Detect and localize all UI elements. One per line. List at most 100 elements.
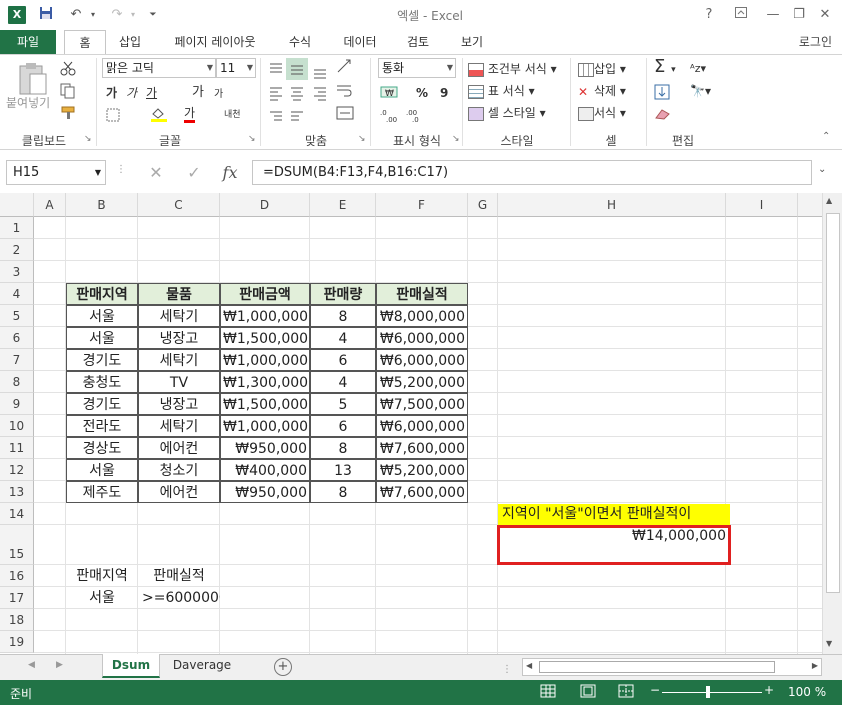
row-header[interactable]: 16: [0, 565, 34, 587]
page-layout-view-icon[interactable]: [580, 684, 596, 701]
horizontal-scrollbar[interactable]: ◀ ▶: [522, 658, 822, 676]
insert-cells-button[interactable]: 삽입 ▾: [578, 60, 626, 78]
table-cell[interactable]: 서울: [66, 305, 138, 327]
table-cell[interactable]: ₩6,000,000: [376, 349, 468, 371]
collapse-ribbon-icon[interactable]: ⌃: [822, 128, 830, 146]
table-cell[interactable]: ₩1,000,000: [220, 349, 310, 371]
row-header[interactable]: 9: [0, 393, 34, 415]
scroll-right-icon[interactable]: ▶: [812, 661, 818, 670]
table-cell[interactable]: 청소기: [138, 459, 220, 481]
bold-button[interactable]: 가: [106, 84, 117, 102]
borders-icon[interactable]: [106, 108, 120, 125]
name-box[interactable]: H15 ▼: [6, 160, 106, 185]
comma-style-button[interactable]: 9: [440, 84, 448, 102]
column-header[interactable]: H: [498, 193, 726, 217]
sort-filter-icon[interactable]: ᴬz▾: [690, 60, 706, 78]
customize-quick-access-icon[interactable]: ⏷: [146, 6, 160, 24]
shrink-font-button[interactable]: 가: [214, 86, 223, 104]
table-cell[interactable]: 전라도: [66, 415, 138, 437]
normal-view-icon[interactable]: [540, 684, 556, 701]
table-cell[interactable]: ₩7,500,000: [376, 393, 468, 415]
ribbon-display-options-icon[interactable]: [730, 5, 752, 25]
percent-style-button[interactable]: %: [416, 84, 428, 102]
sheet-tab-dsum[interactable]: Dsum: [102, 654, 160, 678]
row-header[interactable]: 13: [0, 481, 34, 503]
row-header[interactable]: 7: [0, 349, 34, 371]
zoom-level[interactable]: 100 %: [788, 685, 826, 699]
table-cell[interactable]: 13: [310, 459, 376, 481]
table-cell[interactable]: 에어컨: [138, 437, 220, 459]
table-cell[interactable]: ₩950,000: [220, 481, 310, 503]
cut-icon[interactable]: [60, 60, 76, 79]
undo-dropdown-icon[interactable]: ▾: [88, 6, 98, 24]
number-dialog-launcher-icon[interactable]: ↘: [452, 130, 460, 148]
find-select-icon[interactable]: 🔭▾: [690, 82, 711, 100]
wrap-text-icon[interactable]: [336, 84, 352, 101]
prev-sheet-icon[interactable]: ◀: [28, 660, 35, 670]
row-header[interactable]: 3: [0, 261, 34, 283]
row-header[interactable]: 11: [0, 437, 34, 459]
scroll-up-icon[interactable]: ▲: [826, 196, 832, 205]
worksheet-grid[interactable]: A B C D E F G H I 1 2 3 4 5 6 7 8 9 10 11 12 13 14 15 16 17 18 19 판매…: [0, 193, 822, 654]
paste-button[interactable]: 붙여넣기: [6, 94, 50, 112]
table-cell[interactable]: TV: [138, 371, 220, 393]
font-dialog-launcher-icon[interactable]: ↘: [248, 130, 256, 148]
table-header-cell[interactable]: 판매금액: [220, 283, 310, 305]
table-cell[interactable]: ₩1,500,000: [220, 327, 310, 349]
add-sheet-button[interactable]: +: [274, 658, 292, 676]
table-cell[interactable]: ₩1,500,000: [220, 393, 310, 415]
row-header[interactable]: 8: [0, 371, 34, 393]
table-cell[interactable]: ₩7,600,000: [376, 437, 468, 459]
table-cell[interactable]: 경기도: [66, 349, 138, 371]
tab-formulas[interactable]: 수식: [278, 30, 322, 54]
table-cell[interactable]: ₩1,000,000: [220, 305, 310, 327]
table-cell[interactable]: ₩5,200,000: [376, 371, 468, 393]
cancel-formula-button[interactable]: ✕: [142, 162, 170, 184]
minimize-button[interactable]: —: [762, 5, 784, 25]
row-header[interactable]: 1: [0, 217, 34, 239]
alignment-dialog-launcher-icon[interactable]: ↘: [358, 130, 366, 148]
accounting-format-icon[interactable]: ₩: [380, 84, 400, 103]
save-icon[interactable]: [36, 6, 56, 24]
clear-icon[interactable]: [654, 108, 672, 123]
table-cell[interactable]: 세탁기: [138, 415, 220, 437]
table-cell[interactable]: 5: [310, 393, 376, 415]
table-cell[interactable]: 경상도: [66, 437, 138, 459]
font-size-combo[interactable]: 11 ▼: [216, 58, 256, 78]
column-header[interactable]: [798, 193, 822, 217]
row-header[interactable]: 15: [0, 525, 34, 565]
criteria-header-cell[interactable]: 판매실적: [138, 565, 220, 587]
tab-review[interactable]: 검토: [396, 30, 440, 54]
help-button[interactable]: ?: [698, 5, 720, 25]
scroll-left-icon[interactable]: ◀: [526, 661, 532, 670]
table-cell[interactable]: 경기도: [66, 393, 138, 415]
table-cell[interactable]: 6: [310, 415, 376, 437]
format-painter-icon[interactable]: [60, 106, 78, 123]
zoom-in-button[interactable]: +: [764, 683, 774, 697]
page-break-view-icon[interactable]: [618, 684, 634, 701]
scroll-down-icon[interactable]: ▼: [826, 639, 832, 648]
tab-data[interactable]: 데이터: [332, 30, 388, 54]
table-cell[interactable]: 서울: [66, 459, 138, 481]
row-header[interactable]: 4: [0, 283, 34, 305]
table-cell[interactable]: 제주도: [66, 481, 138, 503]
font-name-combo[interactable]: 맑은 고딕 ▼: [102, 58, 216, 78]
table-cell[interactable]: 4: [310, 371, 376, 393]
underline-button[interactable]: 가: [146, 84, 157, 102]
row-header[interactable]: 6: [0, 327, 34, 349]
table-header-cell[interactable]: 물품: [138, 283, 220, 305]
table-cell[interactable]: ₩5,200,000: [376, 459, 468, 481]
table-cell[interactable]: 4: [310, 327, 376, 349]
autosum-icon[interactable]: Σ ▾: [654, 58, 676, 79]
row-header[interactable]: 10: [0, 415, 34, 437]
conditional-formatting-button[interactable]: 조건부 서식 ▾: [468, 60, 557, 78]
table-cell[interactable]: ₩6,000,000: [376, 327, 468, 349]
format-cells-button[interactable]: 서식 ▾: [578, 104, 626, 122]
table-cell[interactable]: 세탁기: [138, 349, 220, 371]
table-header-cell[interactable]: 판매량: [310, 283, 376, 305]
table-cell[interactable]: ₩6,000,000: [376, 415, 468, 437]
sign-in-link[interactable]: 로그인: [799, 30, 832, 54]
table-cell[interactable]: ₩1,000,000: [220, 415, 310, 437]
table-cell[interactable]: ₩1,300,000: [220, 371, 310, 393]
row-header[interactable]: 18: [0, 609, 34, 631]
